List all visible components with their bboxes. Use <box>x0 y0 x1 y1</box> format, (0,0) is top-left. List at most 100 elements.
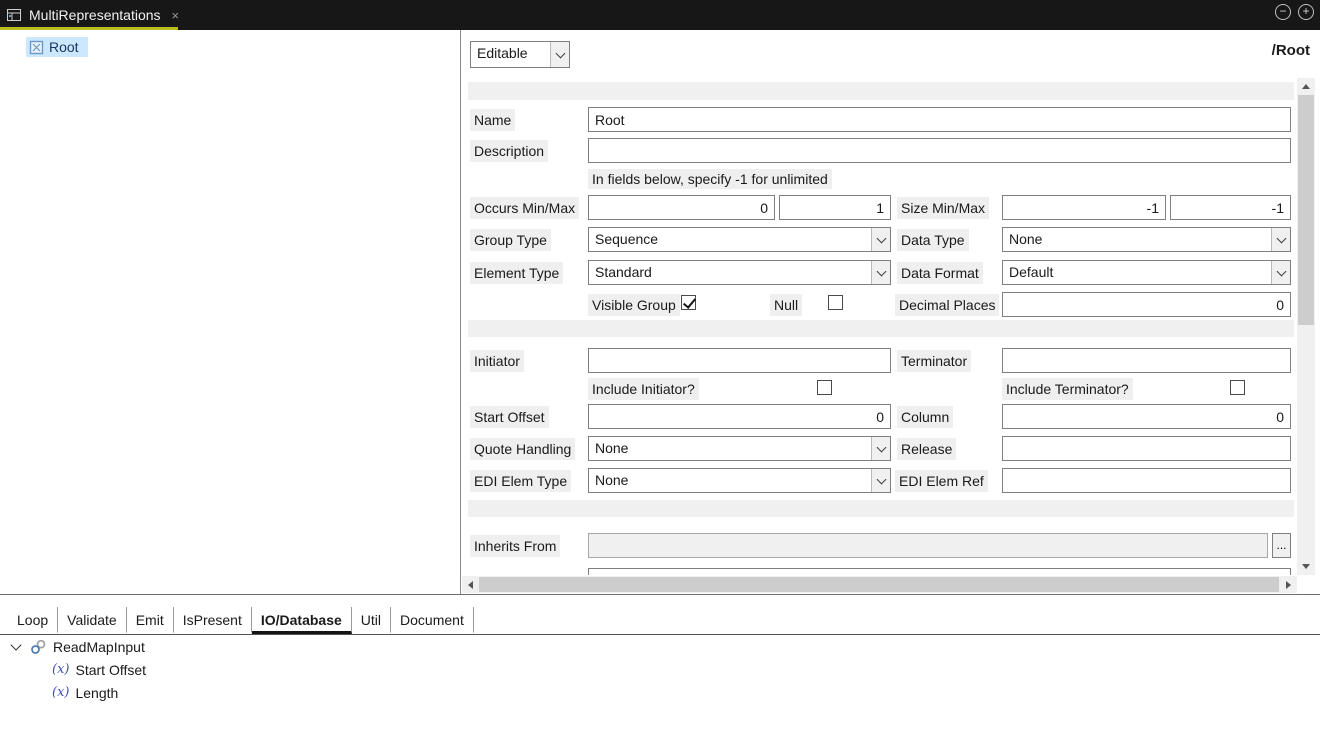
size-minmax-label: Size Min/Max <box>897 197 989 219</box>
bottom-tree-root-label: ReadMapInput <box>53 639 145 655</box>
quote-handling-select[interactable]: None <box>588 436 891 461</box>
visible-group-label: Visible Group <box>588 294 680 316</box>
group-type-label: Group Type <box>470 229 551 251</box>
description-input[interactable] <box>588 138 1291 163</box>
name-label: Name <box>470 109 515 131</box>
variable-icon: (x) <box>52 663 69 677</box>
edit-mode-select[interactable]: Editable <box>470 41 570 68</box>
node-editor-panel: Editable /Root Name Description In field… <box>462 30 1320 594</box>
release-input[interactable] <box>1002 436 1291 461</box>
inherits-from-label: Inherits From <box>470 535 560 557</box>
bottom-tab-bar: Loop Validate Emit IsPresent IO/Database… <box>0 601 1320 635</box>
link-icon <box>30 639 47 655</box>
variable-icon: (x) <box>52 686 69 700</box>
data-type-label: Data Type <box>897 229 969 251</box>
tree-item-root[interactable]: Root <box>26 37 88 57</box>
include-initiator-label: Include Initiator? <box>588 378 699 400</box>
data-type-value: None <box>1003 228 1271 251</box>
occurs-max-input[interactable] <box>779 195 891 220</box>
edit-mode-value: Editable <box>471 42 550 67</box>
vertical-scrollbar-thumb[interactable] <box>1298 95 1314 325</box>
include-initiator-checkbox[interactable] <box>817 380 832 395</box>
element-node-icon <box>29 40 44 55</box>
initiator-label: Initiator <box>470 350 524 372</box>
element-type-select[interactable]: Standard <box>588 260 891 285</box>
size-max-input[interactable] <box>1170 195 1291 220</box>
visible-group-checkbox[interactable] <box>681 295 696 310</box>
include-terminator-checkbox[interactable] <box>1230 380 1245 395</box>
bottom-tree-child-label: Length <box>75 685 118 701</box>
group-type-select[interactable]: Sequence <box>588 227 891 252</box>
section-divider <box>468 320 1294 337</box>
tab-emit[interactable]: Emit <box>127 607 174 634</box>
column-input[interactable] <box>1002 404 1291 429</box>
name-input[interactable] <box>588 107 1291 132</box>
start-offset-input[interactable] <box>588 404 891 429</box>
edi-elem-ref-input[interactable] <box>1002 468 1291 493</box>
partial-input[interactable] <box>588 568 1291 575</box>
chevron-down-icon <box>1271 261 1290 284</box>
section-divider <box>468 500 1294 517</box>
chevron-down-icon <box>550 42 569 67</box>
scroll-up-button[interactable] <box>1297 78 1315 95</box>
decimal-places-input[interactable] <box>1002 292 1291 317</box>
column-label: Column <box>897 406 953 428</box>
expander-icon[interactable] <box>10 639 21 650</box>
application-window: MultiRepresentations × − + Root Editable <box>0 0 1320 748</box>
quote-handling-label: Quote Handling <box>470 438 575 460</box>
edi-elem-type-label: EDI Elem Type <box>470 470 571 492</box>
tab-validate[interactable]: Validate <box>58 607 127 634</box>
include-terminator-label: Include Terminator? <box>1002 378 1133 400</box>
occurs-min-input[interactable] <box>588 195 775 220</box>
horizontal-splitter[interactable] <box>0 594 1320 595</box>
null-checkbox[interactable] <box>828 295 843 310</box>
horizontal-scrollbar-thumb[interactable] <box>479 577 1279 592</box>
zoom-out-button[interactable]: − <box>1275 4 1291 20</box>
size-min-input[interactable] <box>1002 195 1166 220</box>
chevron-down-icon <box>871 469 890 492</box>
scroll-right-button[interactable] <box>1280 576 1297 593</box>
app-icon <box>6 7 22 23</box>
bottom-tree-row[interactable]: (x) Start Offset <box>52 659 146 681</box>
null-label: Null <box>770 294 802 316</box>
terminator-label: Terminator <box>897 350 971 372</box>
description-label: Description <box>470 140 548 162</box>
terminator-input[interactable] <box>1002 348 1291 373</box>
inherits-from-input[interactable] <box>588 533 1268 558</box>
node-path: /Root <box>1272 42 1310 59</box>
bottom-tree-child-label: Start Offset <box>75 662 146 678</box>
zoom-in-button[interactable]: + <box>1298 4 1314 20</box>
tab-ispresent[interactable]: IsPresent <box>174 607 252 634</box>
edi-elem-type-select[interactable]: None <box>588 468 891 493</box>
initiator-input[interactable] <box>588 348 891 373</box>
tab-loop[interactable]: Loop <box>8 607 58 634</box>
tab-document[interactable]: Document <box>391 607 474 634</box>
bottom-tree-row[interactable]: (x) Length <box>52 682 118 704</box>
close-tab-icon[interactable]: × <box>172 8 180 23</box>
document-tab[interactable]: MultiRepresentations × <box>0 0 189 30</box>
element-type-value: Standard <box>589 261 871 284</box>
schema-tree-panel: Root <box>0 30 461 594</box>
chevron-down-icon <box>871 261 890 284</box>
occurs-minmax-label: Occurs Min/Max <box>470 197 579 219</box>
release-label: Release <box>897 438 956 460</box>
scroll-down-button[interactable] <box>1297 558 1315 575</box>
decimal-places-label: Decimal Places <box>895 294 999 316</box>
data-format-select[interactable]: Default <box>1002 260 1291 285</box>
document-title: MultiRepresentations <box>29 7 161 23</box>
scroll-left-button[interactable] <box>462 576 479 593</box>
vertical-scrollbar[interactable] <box>1297 78 1315 575</box>
chevron-down-icon <box>1271 228 1290 251</box>
bottom-tree-row[interactable]: ReadMapInput <box>12 636 145 658</box>
start-offset-label: Start Offset <box>470 406 549 428</box>
form-viewport: Name Description In fields below, specif… <box>462 78 1297 575</box>
tab-util[interactable]: Util <box>352 607 391 634</box>
data-format-label: Data Format <box>897 262 983 284</box>
unlimited-note: In fields below, specify -1 for unlimite… <box>588 169 832 189</box>
data-type-select[interactable]: None <box>1002 227 1291 252</box>
quote-handling-value: None <box>589 437 871 460</box>
tab-io-database[interactable]: IO/Database <box>252 607 352 634</box>
data-format-value: Default <box>1003 261 1271 284</box>
horizontal-scrollbar[interactable] <box>462 576 1297 593</box>
browse-button[interactable]: ... <box>1272 533 1291 558</box>
